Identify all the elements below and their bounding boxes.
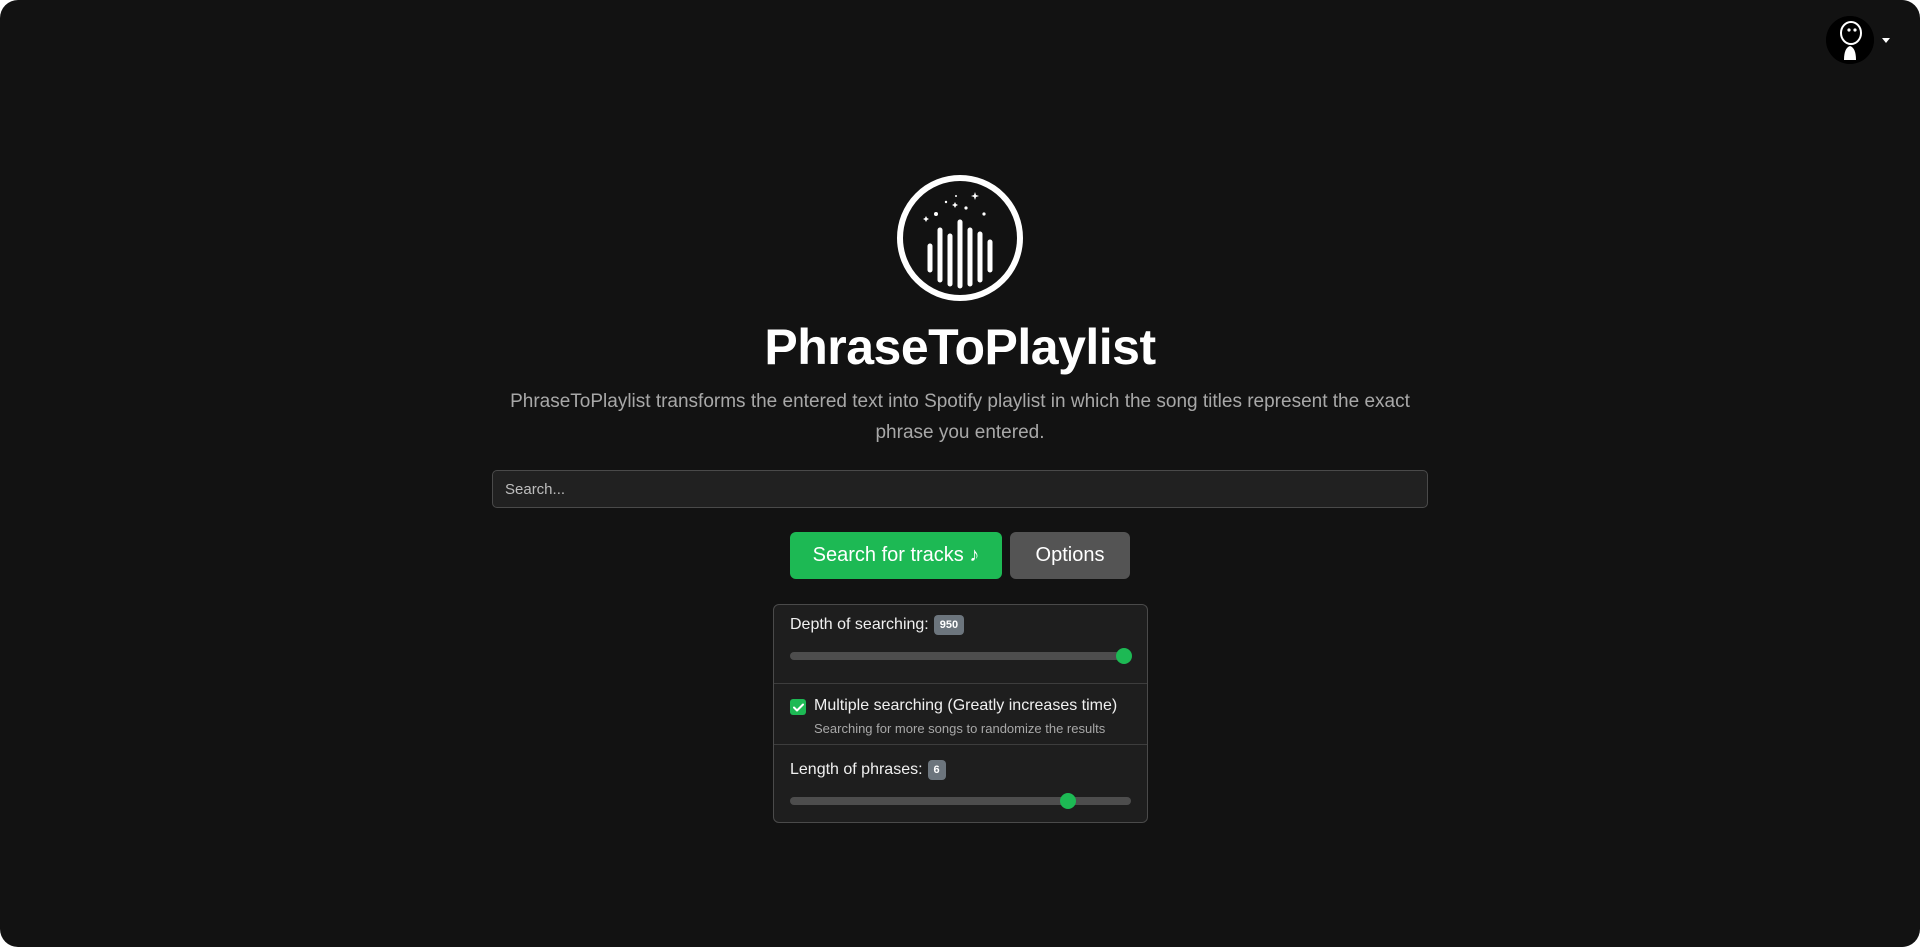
depth-value-badge: 950 xyxy=(933,615,965,635)
sound-wave-circle-logo xyxy=(897,175,1023,301)
options-panel: Depth of searching: 950 Multiple searchi… xyxy=(773,604,1148,823)
options-button[interactable]: Options xyxy=(1010,532,1130,579)
depth-option: Depth of searching: 950 xyxy=(774,605,1147,684)
multiple-search-help: Searching for more songs to randomize th… xyxy=(814,721,1106,736)
length-slider-thumb[interactable] xyxy=(1060,793,1076,809)
page-description: PhraseToPlaylist transforms the entered … xyxy=(510,391,1410,443)
avatar-figure-icon xyxy=(1826,16,1874,64)
depth-slider-thumb[interactable] xyxy=(1116,648,1132,664)
depth-slider[interactable] xyxy=(790,648,1132,664)
multiple-search-checkbox[interactable] xyxy=(790,699,806,715)
depth-label: Depth of searching: xyxy=(790,616,929,633)
caret-down-icon[interactable] xyxy=(1882,37,1890,43)
length-label: Length of phrases: xyxy=(790,761,923,778)
multiple-search-option: Multiple searching (Greatly increases ti… xyxy=(774,684,1147,745)
page-title: PhraseToPlaylist xyxy=(764,319,1156,375)
length-option: Length of phrases: 6 xyxy=(774,745,1147,822)
length-value-badge: 6 xyxy=(927,760,946,780)
length-label-row: Length of phrases: 6 xyxy=(790,760,946,780)
depth-label-row: Depth of searching: 950 xyxy=(790,615,965,635)
user-menu-toggle[interactable] xyxy=(1826,16,1890,64)
check-icon xyxy=(792,703,804,711)
search-tracks-button[interactable]: Search for tracks ♪ xyxy=(790,532,1002,579)
search-input[interactable] xyxy=(492,470,1428,508)
length-slider[interactable] xyxy=(790,793,1131,809)
multiple-search-label[interactable]: Multiple searching (Greatly increases ti… xyxy=(814,697,1117,715)
app-window: PhraseToPlaylist PhraseToPlaylist transf… xyxy=(0,0,1920,947)
avatar[interactable] xyxy=(1826,16,1874,64)
